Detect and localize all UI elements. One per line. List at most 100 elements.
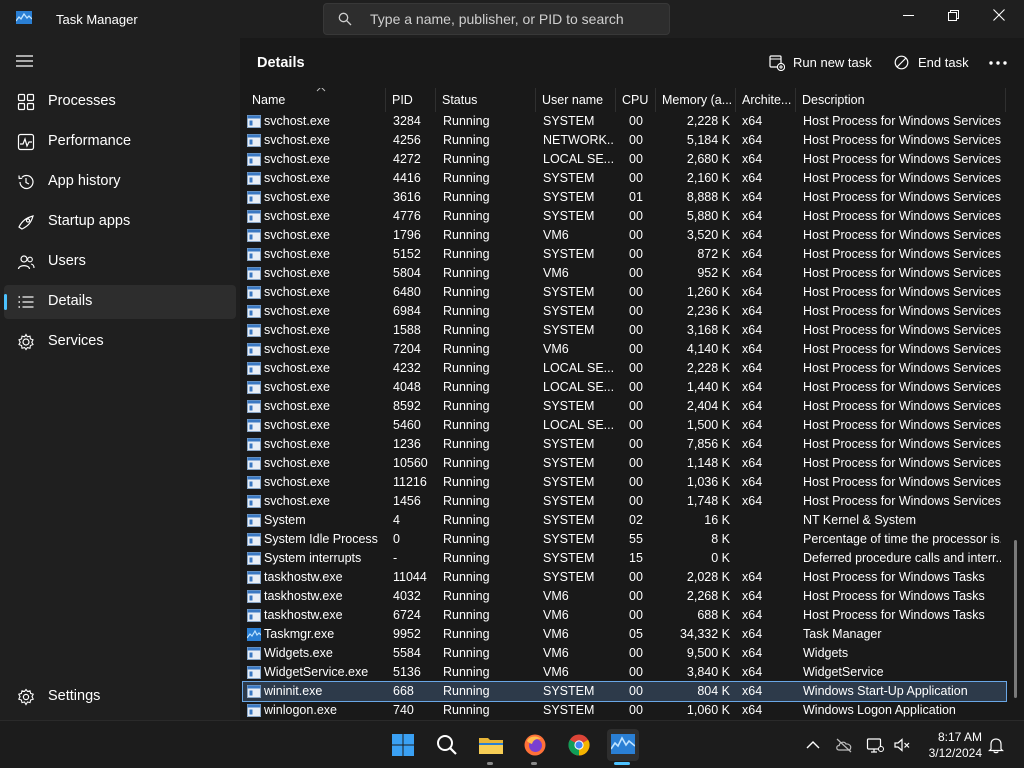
process-name: svchost.exe — [264, 456, 331, 470]
running-indicator — [487, 762, 493, 765]
table-row[interactable]: svchost.exe 1588 Running SYSTEM 00 3,168 K x64… — [243, 321, 1006, 340]
onedrive-offline-icon[interactable] — [835, 736, 853, 754]
clock-time[interactable]: 8:17 AM — [928, 730, 982, 744]
sidebar-item-performance[interactable]: Performance — [4, 125, 236, 159]
sidebar-item-settings[interactable]: Settings — [4, 680, 236, 714]
table-row[interactable]: System interrupts - Running SYSTEM 15 0 K Defe… — [243, 549, 1006, 568]
table-row[interactable]: svchost.exe 1236 Running SYSTEM 00 7,856 K x64… — [243, 435, 1006, 454]
table-row[interactable]: taskhostw.exe 11044 Running SYSTEM 00 2,028 K… — [243, 568, 1006, 587]
process-architecture: x64 — [742, 608, 763, 622]
process-memory: 2,236 K — [686, 304, 730, 318]
process-user: SYSTEM — [543, 684, 595, 698]
column-header-cpu[interactable]: CPU — [616, 88, 656, 112]
table-row[interactable]: System 4 Running SYSTEM 02 16 K NT Kernel & Sy… — [243, 511, 1006, 530]
process-status: Running — [443, 342, 490, 356]
table-row[interactable]: System Idle Process 0 Running SYSTEM 55 8 K Pe… — [243, 530, 1006, 549]
sidebar-item-services[interactable]: Services — [4, 325, 236, 359]
table-row[interactable]: svchost.exe 4048 Running LOCAL SE... 00 1,440… — [243, 378, 1006, 397]
table-row[interactable]: svchost.exe 11216 Running SYSTEM 00 1,036 K x6… — [243, 473, 1006, 492]
window-title: Task Manager — [56, 12, 138, 27]
table-row[interactable]: taskhostw.exe 4032 Running VM6 00 2,268 K x64 H… — [243, 587, 1006, 606]
process-memory: 5,880 K — [686, 209, 730, 223]
process-description: Percentage of time the processor is... — [803, 532, 1001, 546]
table-row[interactable]: Taskmgr.exe 9952 Running VM6 05 34,332 K x64 Ta… — [243, 625, 1006, 644]
table-row[interactable]: wininit.exe 668 Running SYSTEM 00 804 K x64 Win… — [242, 681, 1007, 702]
process-cpu: 00 — [629, 342, 643, 356]
sidebar-item-label: App history — [48, 173, 121, 189]
column-header-user-name[interactable]: User name — [536, 88, 616, 112]
sidebar-item-app-history[interactable]: App history — [4, 165, 236, 199]
process-description: Host Process for Windows Services — [803, 380, 1001, 394]
table-row[interactable]: svchost.exe 8592 Running SYSTEM 00 2,404 K x64… — [243, 397, 1006, 416]
volume-muted-icon[interactable] — [893, 736, 911, 754]
start-button[interactable] — [387, 729, 419, 761]
table-row[interactable]: svchost.exe 1796 Running VM6 00 3,520 K x64 Hos… — [243, 226, 1006, 245]
table-row[interactable]: WidgetService.exe 5136 Running VM6 00 3,840 K… — [243, 663, 1006, 682]
clock-date[interactable]: 3/12/2024 — [918, 746, 982, 760]
table-row[interactable]: svchost.exe 6480 Running SYSTEM 00 1,260 K x64… — [243, 283, 1006, 302]
search-input[interactable] — [370, 8, 660, 30]
column-header-memory[interactable]: Memory (a... — [656, 88, 736, 112]
notification-bell-icon[interactable] — [987, 736, 1005, 754]
firefox-button[interactable] — [519, 729, 551, 761]
table-row[interactable]: svchost.exe 4256 Running NETWORK... 00 5,184 … — [243, 131, 1006, 150]
process-window-icon — [247, 647, 261, 660]
hamburger-menu-icon[interactable] — [16, 53, 34, 69]
close-button[interactable] — [976, 0, 1022, 30]
sidebar-item-startup-apps[interactable]: Startup apps — [4, 205, 236, 239]
table-row[interactable]: svchost.exe 5460 Running LOCAL SE... 00 1,500… — [243, 416, 1006, 435]
column-header-description[interactable]: Description — [796, 88, 1006, 112]
restore-button[interactable] — [930, 0, 976, 30]
process-user: SYSTEM — [543, 494, 595, 508]
table-row[interactable]: svchost.exe 4272 Running LOCAL SE... 00 2,680… — [243, 150, 1006, 169]
table-row[interactable]: svchost.exe 3616 Running SYSTEM 01 8,888 K x64… — [243, 188, 1006, 207]
process-user: SYSTEM — [543, 456, 595, 470]
table-row[interactable]: svchost.exe 7204 Running VM6 00 4,140 K x64 Hos… — [243, 340, 1006, 359]
column-header-architecture[interactable]: Archite... — [736, 88, 796, 112]
process-architecture: x64 — [742, 304, 763, 318]
task-manager-taskbar-button[interactable] — [607, 729, 639, 761]
table-row[interactable]: svchost.exe 4776 Running SYSTEM 00 5,880 K x64… — [243, 207, 1006, 226]
process-name: Taskmgr.exe — [264, 627, 335, 641]
table-row[interactable]: svchost.exe 1456 Running SYSTEM 00 1,748 K x64… — [243, 492, 1006, 511]
table-row[interactable]: svchost.exe 10560 Running SYSTEM 00 1,148 K x6… — [243, 454, 1006, 473]
chevron-up-icon[interactable] — [804, 736, 822, 754]
table-row[interactable]: svchost.exe 5152 Running SYSTEM 00 872 K x64 Ho… — [243, 245, 1006, 264]
sidebar-item-users[interactable]: Users — [4, 245, 236, 279]
minimize-button[interactable] — [885, 0, 931, 30]
table-row[interactable]: svchost.exe 4416 Running SYSTEM 00 2,160 K x64… — [243, 169, 1006, 188]
more-options-icon[interactable] — [986, 54, 1010, 72]
column-header-name[interactable]: Name — [246, 88, 386, 112]
column-header-status[interactable]: Status — [436, 88, 536, 112]
chrome-button[interactable] — [563, 729, 595, 761]
process-description: Host Process for Windows Services — [803, 190, 1001, 204]
process-architecture: x64 — [742, 437, 763, 451]
network-icon[interactable] — [866, 736, 884, 754]
process-name: System — [264, 513, 306, 527]
sidebar-item-details[interactable]: Details — [4, 285, 236, 319]
search-box[interactable] — [323, 3, 670, 35]
column-header-pid[interactable]: PID — [386, 88, 436, 112]
table-row[interactable]: taskhostw.exe 6724 Running VM6 00 688 K x64 Hos… — [243, 606, 1006, 625]
process-window-icon — [247, 457, 261, 470]
process-status: Running — [443, 304, 490, 318]
table-row[interactable]: svchost.exe 4232 Running LOCAL SE... 00 2,228… — [243, 359, 1006, 378]
search-taskbar-button[interactable] — [431, 729, 463, 761]
process-window-icon — [247, 495, 261, 508]
process-status: Running — [443, 665, 490, 679]
vertical-scrollbar[interactable] — [1014, 540, 1017, 698]
file-explorer-button[interactable] — [475, 729, 507, 761]
process-status: Running — [443, 551, 490, 565]
windows-logo-icon — [392, 734, 414, 756]
table-row[interactable]: svchost.exe 3284 Running SYSTEM 00 2,228 K x64… — [243, 112, 1006, 131]
process-cpu: 00 — [629, 684, 643, 698]
process-architecture: x64 — [742, 494, 763, 508]
table-row[interactable]: Widgets.exe 5584 Running VM6 00 9,500 K x64 Wid… — [243, 644, 1006, 663]
process-description: Host Process for Windows Services — [803, 266, 1001, 280]
table-row[interactable]: svchost.exe 5804 Running VM6 00 952 K x64 Host … — [243, 264, 1006, 283]
process-window-icon — [247, 419, 261, 432]
process-architecture: x64 — [742, 361, 763, 375]
sidebar-item-processes[interactable]: Processes — [4, 85, 236, 119]
table-row[interactable]: winlogon.exe 740 Running SYSTEM 00 1,060 K x64… — [243, 701, 1006, 720]
table-row[interactable]: svchost.exe 6984 Running SYSTEM 00 2,236 K x64… — [243, 302, 1006, 321]
